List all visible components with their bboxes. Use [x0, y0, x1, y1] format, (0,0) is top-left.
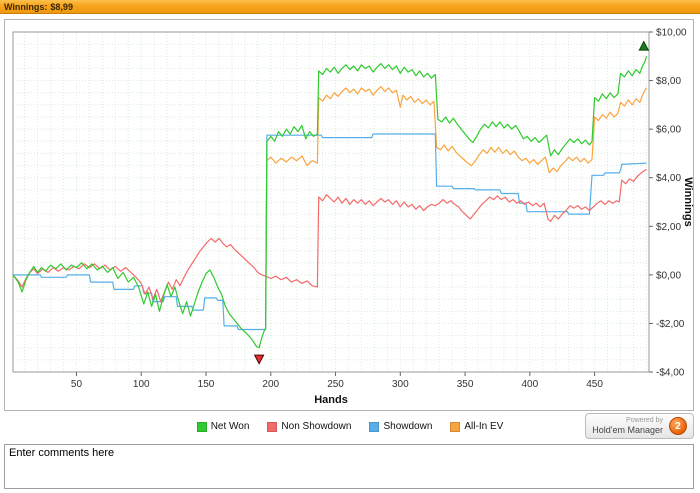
series-line-showdown: [13, 133, 647, 331]
winnings-label: Winnings:: [4, 1, 48, 12]
legend-label-showdown: Showdown: [383, 421, 433, 432]
showdown-swatch-icon: [369, 421, 380, 432]
y-axis-title: Winnings: [682, 177, 693, 226]
x-tick-label: 450: [586, 379, 603, 390]
legend-label-non-showdown: Non Showdown: [281, 421, 352, 432]
x-tick-label: 400: [521, 379, 538, 390]
app-name-label: Hold'em Manager: [592, 424, 663, 435]
y-tick-label: $8,00: [656, 76, 681, 87]
powered-by-label: Powered by: [626, 416, 663, 424]
legend-item-net-won[interactable]: Net Won: [196, 421, 250, 432]
winnings-value: $8,99: [50, 1, 73, 12]
x-tick-label: 50: [71, 379, 83, 390]
x-axis-title: Hands: [314, 394, 348, 406]
x-tick-label: 150: [198, 379, 215, 390]
max-marker-icon: [638, 40, 650, 51]
legend-item-showdown[interactable]: Showdown: [369, 421, 432, 432]
x-tick-label: 300: [392, 379, 409, 390]
legend-label-net-won: Net Won: [210, 421, 250, 432]
non-showdown-swatch-icon: [267, 421, 278, 432]
y-tick-label: -$2,00: [656, 319, 685, 330]
chart-panel: 50 100 150 200 250 300 350 400 450 $10,00 $8,00 $6,…: [4, 19, 694, 411]
y-tick-label: $6,00: [656, 125, 681, 136]
winnings-chart: 50 100 150 200 250 300 350 400 450 $10,00 $8,00 $6,…: [12, 28, 693, 406]
x-tick-label: 350: [457, 379, 474, 390]
y-tick-label: $2,00: [656, 222, 681, 233]
y-tick-label: $0,00: [656, 270, 681, 281]
x-tick-label: 100: [133, 379, 150, 390]
legend-item-non-showdown[interactable]: Non Showdown: [267, 421, 351, 432]
legend-item-all-in-ev[interactable]: All-In EV: [450, 421, 503, 432]
y-tick-label: $10,00: [656, 28, 687, 39]
y-tick-label: -$4,00: [656, 368, 685, 379]
title-bar: Winnings: $8,99: [0, 0, 700, 14]
min-marker-icon: [253, 354, 265, 365]
powered-by-badge[interactable]: Powered by Hold'em Manager 2: [585, 413, 694, 439]
x-tick-label: 200: [262, 379, 279, 390]
y-tick-label: $4,00: [656, 173, 681, 184]
series-line-net-won: [12, 56, 647, 349]
net-won-swatch-icon: [196, 421, 207, 432]
badge-text: Powered by Hold'em Manager: [592, 417, 663, 435]
all-in-ev-swatch-icon: [450, 421, 461, 432]
legend-label-all-in-ev: All-In EV: [464, 421, 504, 432]
comments-panel: Enter comments here: [4, 444, 694, 489]
grid-lines: [13, 32, 649, 372]
hm2-logo-icon: 2: [669, 417, 687, 435]
comments-input[interactable]: Enter comments here: [5, 445, 693, 488]
x-tick-label: 250: [327, 379, 344, 390]
footer-row: Net Won Non Showdown Showdown All-In EV …: [0, 413, 700, 441]
